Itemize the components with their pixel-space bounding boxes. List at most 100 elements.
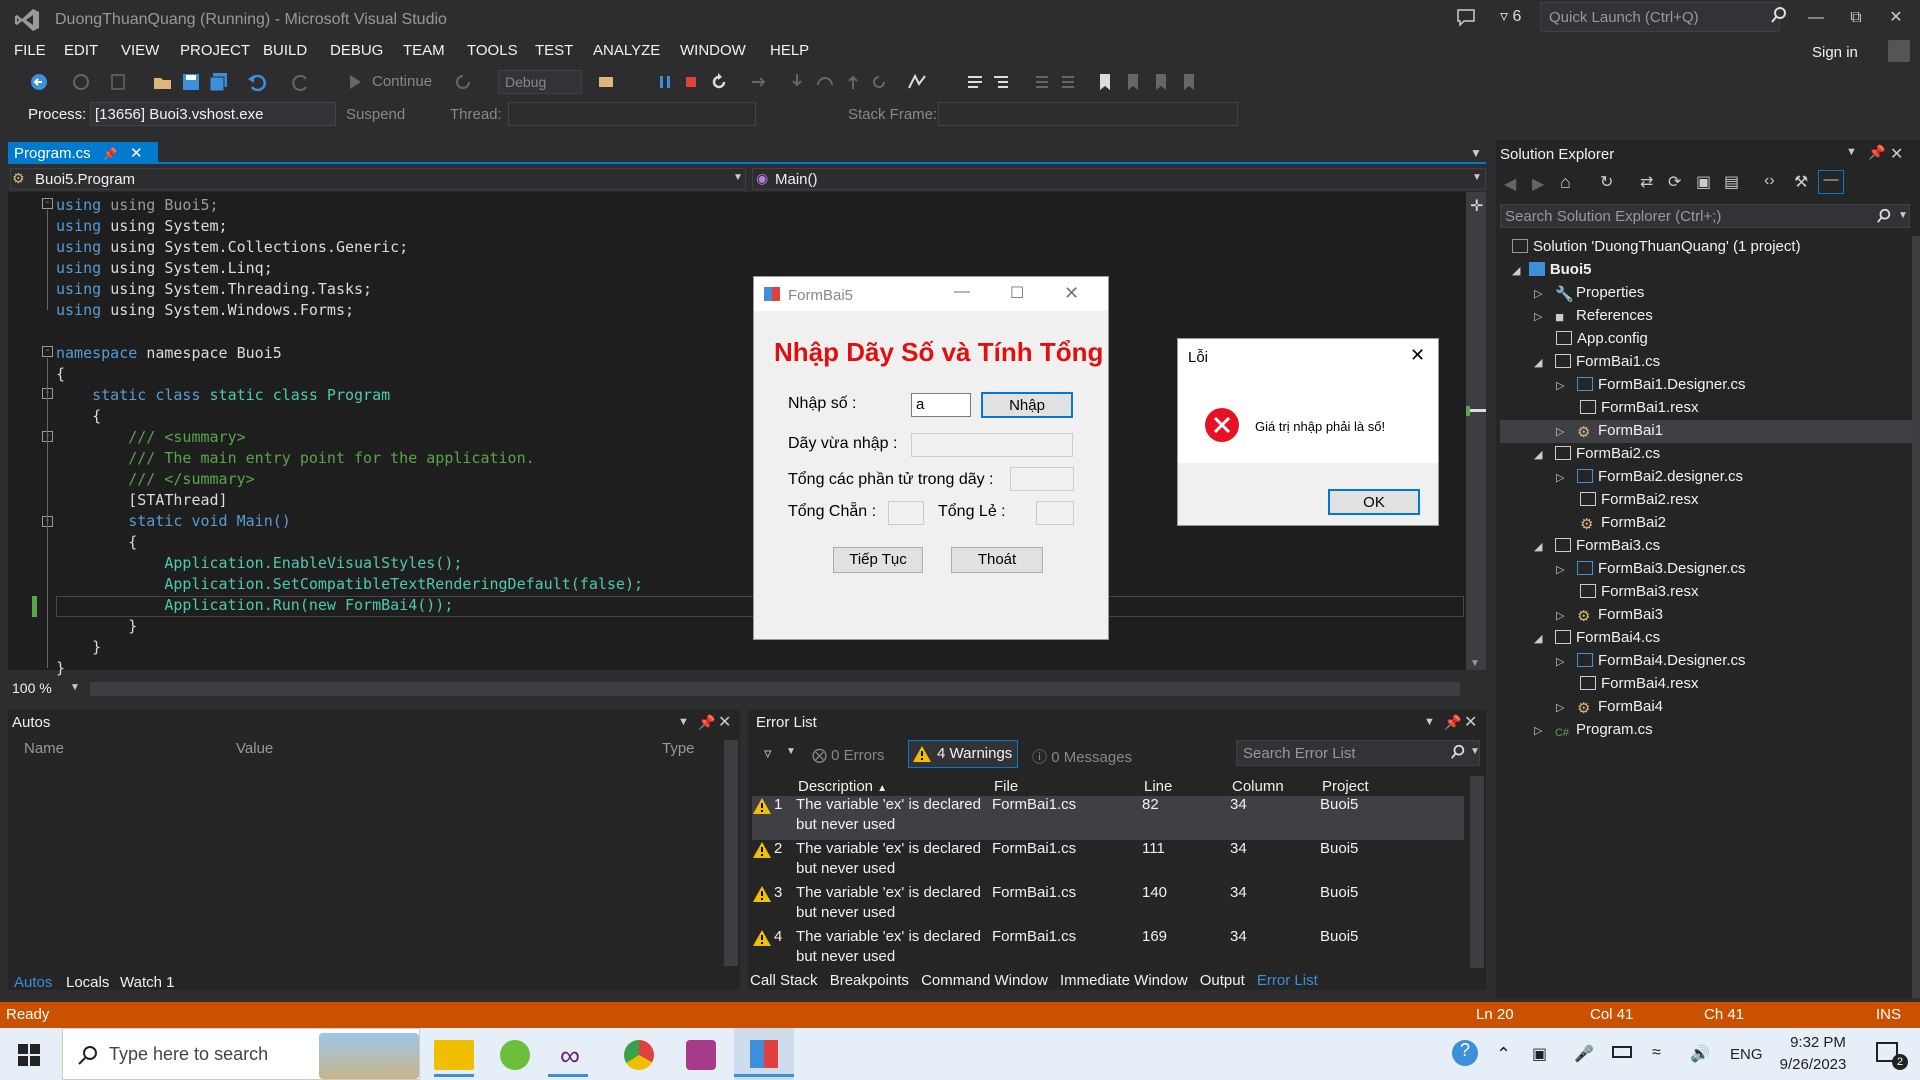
chevron-down-icon[interactable]: ▼ bbox=[786, 746, 796, 757]
chevron-down-icon[interactable]: ▼ bbox=[678, 716, 689, 728]
solution-configuration-select[interactable]: Debug bbox=[498, 70, 582, 94]
ok-button[interactable]: OK bbox=[1328, 489, 1420, 515]
restore-button[interactable]: ⧉ bbox=[1836, 4, 1876, 32]
expanded-arrow-icon[interactable]: ◢ bbox=[1512, 265, 1520, 277]
uncomment-icon[interactable] bbox=[990, 71, 1012, 93]
next-bookmark-icon[interactable] bbox=[1150, 71, 1172, 93]
tab-error-list[interactable]: Error List bbox=[1257, 972, 1318, 989]
chrome-icon[interactable] bbox=[624, 1040, 654, 1070]
tab-breakpoints[interactable]: Breakpoints bbox=[830, 972, 909, 989]
redo-icon[interactable] bbox=[290, 71, 312, 93]
tree-item-formbai1-cs[interactable]: ◢ FormBai1.cs bbox=[1534, 353, 1660, 376]
error-list-search-input[interactable]: Search Error List bbox=[1236, 740, 1480, 766]
clock-time[interactable]: 9:32 PM bbox=[1778, 1034, 1858, 1051]
menu-team[interactable]: TEAM bbox=[403, 42, 445, 59]
column-line[interactable]: Line bbox=[1144, 778, 1172, 795]
clear-bookmarks-icon[interactable] bbox=[1178, 71, 1200, 93]
expanded-arrow-icon[interactable]: ◢ bbox=[1534, 633, 1542, 645]
prev-bookmark-icon[interactable] bbox=[1122, 71, 1144, 93]
help-icon[interactable]: ? bbox=[1452, 1040, 1478, 1066]
column-file[interactable]: File bbox=[994, 778, 1018, 795]
tab-call-stack[interactable]: Call Stack bbox=[750, 972, 818, 989]
solution-explorer-scrollbar[interactable] bbox=[1912, 236, 1920, 998]
continue-label[interactable]: Continue bbox=[372, 73, 432, 90]
wifi-icon[interactable]: ≈ bbox=[1652, 1044, 1661, 1062]
tree-item-formbai3-cs[interactable]: ◢ FormBai3.cs bbox=[1534, 537, 1660, 560]
clock-date[interactable]: 9/26/2023 bbox=[1768, 1056, 1858, 1073]
table-row[interactable]: 3 The variable 'ex' is declared but neve… bbox=[752, 884, 1464, 928]
tree-item-formbai4-designer[interactable]: ▷ FormBai4.Designer.cs bbox=[1556, 652, 1746, 675]
menu-project[interactable]: PROJECT bbox=[180, 42, 250, 59]
tree-item-formbai1-designer[interactable]: ▷ FormBai1.Designer.cs bbox=[1556, 376, 1746, 399]
chevron-up-icon[interactable]: ⌃ bbox=[1496, 1044, 1511, 1065]
collapsed-arrow-icon[interactable]: ▷ bbox=[1556, 656, 1564, 668]
formbai5-taskbar-icon[interactable] bbox=[750, 1040, 778, 1068]
properties-icon[interactable]: ⚒ bbox=[1794, 172, 1808, 192]
battery-icon[interactable] bbox=[1612, 1046, 1632, 1058]
search-icon[interactable] bbox=[1876, 208, 1892, 224]
sync-icon[interactable]: ↻ bbox=[1600, 172, 1613, 192]
back-icon[interactable]: ◀ bbox=[1504, 174, 1516, 194]
visual-studio-taskbar-icon[interactable]: ∞ bbox=[560, 1040, 580, 1072]
outdent-icon[interactable] bbox=[1058, 71, 1080, 93]
tree-item-formbai4-resx[interactable]: FormBai4.resx bbox=[1580, 675, 1699, 698]
column-value[interactable]: Value bbox=[236, 740, 273, 757]
chevron-down-icon[interactable]: ▼ bbox=[1470, 746, 1480, 757]
menu-tools[interactable]: TOOLS bbox=[467, 42, 518, 59]
view-code-icon[interactable]: ‹› bbox=[1764, 172, 1775, 190]
menu-window[interactable]: WINDOW bbox=[680, 42, 746, 59]
expanded-arrow-icon[interactable]: ◢ bbox=[1534, 357, 1542, 369]
close-icon[interactable]: ✕ bbox=[1890, 144, 1903, 164]
editor-horizontal-scrollbar[interactable] bbox=[90, 682, 1460, 696]
tree-item-formbai3-resx[interactable]: FormBai3.resx bbox=[1580, 583, 1699, 606]
errors-filter[interactable]: ⨂ 0 Errors bbox=[812, 746, 885, 764]
tab-program-cs[interactable]: Program.cs 📌 ✕ bbox=[8, 142, 158, 164]
minimize-button[interactable]: — bbox=[954, 283, 970, 301]
menu-test[interactable]: TEST bbox=[535, 42, 573, 59]
new-project-icon[interactable] bbox=[108, 71, 130, 93]
volume-icon[interactable]: 🔊 bbox=[1690, 1044, 1710, 1064]
tab-autos[interactable]: Autos bbox=[14, 974, 52, 991]
collapsed-arrow-icon[interactable]: ▷ bbox=[1556, 610, 1564, 622]
step-into-icon[interactable] bbox=[786, 71, 808, 93]
filter-icon[interactable]: ▿ bbox=[764, 744, 772, 762]
pdf-app-icon[interactable] bbox=[686, 1040, 716, 1070]
pin-icon[interactable]: 📌 bbox=[698, 714, 715, 731]
tree-item-appconfig[interactable]: App.config bbox=[1556, 330, 1648, 353]
feedback-icon[interactable] bbox=[1455, 6, 1477, 28]
type-navigation-select[interactable]: Buoi5.Program bbox=[10, 168, 746, 190]
collapsed-arrow-icon[interactable]: ▷ bbox=[1556, 702, 1564, 714]
toggle-comment-icon[interactable] bbox=[964, 71, 986, 93]
account-icon[interactable] bbox=[1888, 40, 1910, 62]
tree-item-formbai3-designer[interactable]: ▷ FormBai3.Designer.cs bbox=[1556, 560, 1746, 583]
collapsed-arrow-icon[interactable]: ▷ bbox=[1556, 426, 1564, 438]
preview-selected-icon[interactable]: — bbox=[1818, 170, 1844, 194]
chevron-down-icon[interactable]: ▼ bbox=[1472, 172, 1482, 183]
tab-watch1[interactable]: Watch 1 bbox=[120, 974, 174, 991]
tree-item-formbai1-class[interactable]: ▷ ⚙ FormBai1 bbox=[1556, 422, 1663, 445]
undo-icon[interactable] bbox=[246, 71, 268, 93]
maximize-button[interactable]: ☐ bbox=[1010, 283, 1024, 303]
close-tab-icon[interactable]: ✕ bbox=[130, 145, 143, 162]
bookmark-icon[interactable] bbox=[1094, 71, 1116, 93]
continue-button[interactable]: Tiếp Tục bbox=[833, 547, 923, 573]
tab-immediate-window[interactable]: Immediate Window bbox=[1060, 972, 1188, 989]
tree-item-formbai4-cs[interactable]: ◢ FormBai4.cs bbox=[1534, 629, 1660, 652]
pending-changes-icon[interactable]: ⇄ bbox=[1640, 172, 1653, 192]
process-select[interactable]: [13656] Buoi3.vshost.exe bbox=[90, 102, 336, 126]
number-input[interactable]: a bbox=[911, 393, 971, 417]
show-next-statement-icon[interactable] bbox=[748, 71, 770, 93]
collapse-icon[interactable]: - bbox=[42, 346, 53, 357]
chevron-down-icon[interactable]: ▼ bbox=[1424, 716, 1435, 728]
close-button[interactable]: ✕ bbox=[1064, 283, 1079, 304]
thread-select[interactable] bbox=[508, 102, 756, 126]
chevron-down-icon[interactable]: ▼ bbox=[733, 172, 743, 183]
tree-item-program-cs[interactable]: ▷ C# Program.cs bbox=[1534, 721, 1653, 744]
collapse-all-icon[interactable]: ▣ bbox=[1696, 172, 1711, 192]
tree-item-formbai2-designer[interactable]: ▷ FormBai2.designer.cs bbox=[1556, 468, 1743, 491]
table-row[interactable]: 4 The variable 'ex' is declared but neve… bbox=[752, 928, 1464, 972]
error-dialog[interactable]: Lỗi ✕ Giá trị nhập phải là số! OK bbox=[1177, 338, 1439, 526]
navigate-back-icon[interactable] bbox=[28, 71, 50, 93]
forward-icon[interactable]: ▶ bbox=[1532, 174, 1544, 194]
pin-icon[interactable]: 📌 bbox=[1868, 144, 1885, 161]
